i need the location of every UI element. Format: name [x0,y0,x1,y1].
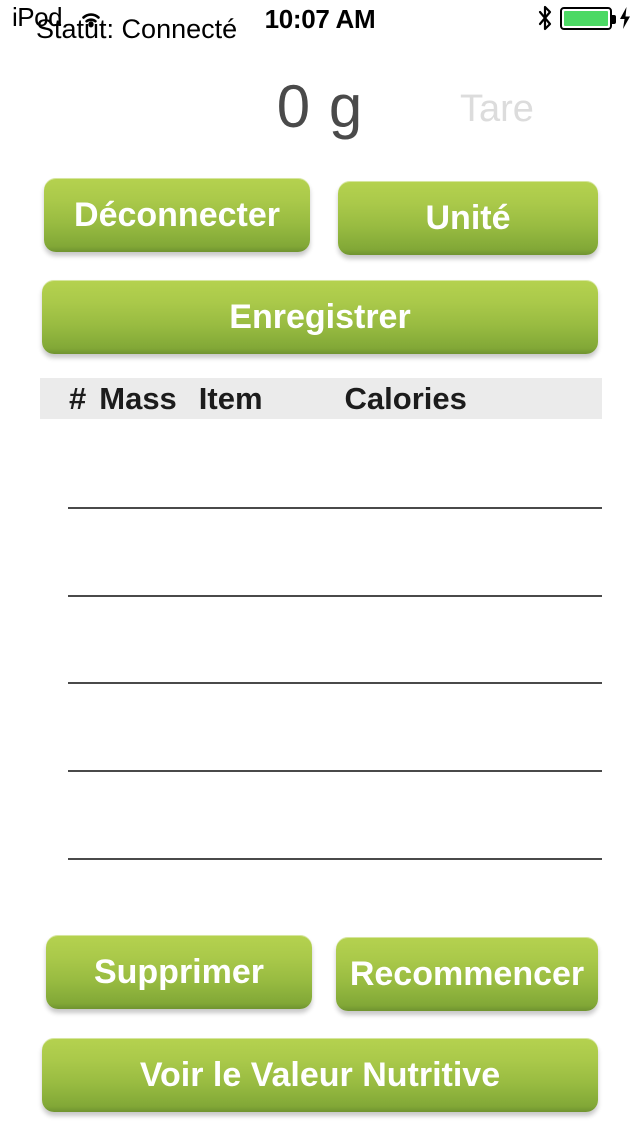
delete-button-label: Supprimer [93,953,265,991]
charging-bolt-icon [620,7,630,29]
delete-button[interactable]: Supprimer [46,935,312,1009]
table-row-separator [68,595,602,597]
table-body[interactable] [0,419,640,919]
restart-button[interactable]: Recommencer [336,937,598,1011]
unit-button-label: Unité [425,199,511,237]
column-header-item: Item [198,380,263,416]
weight-display: 0 g [276,73,364,140]
view-nutrition-button-label: Voir le Valeur Nutritive [139,1056,501,1094]
table-row-separator [68,770,602,772]
restart-button-label: Recommencer [349,955,585,993]
connection-status-label: Statut: Connecté [36,14,238,44]
table-row-separator [68,507,602,509]
view-nutrition-button[interactable]: Voir le Valeur Nutritive [42,1038,598,1112]
table-row-separator [68,858,602,860]
status-bar-right-icons [536,5,632,31]
bluetooth-icon [538,5,552,31]
tare-button[interactable]: Tare [460,88,534,131]
column-header-number: # [69,380,87,416]
unit-button[interactable]: Unité [338,181,598,255]
disconnect-button-label: Déconnecter [74,196,280,234]
battery-icon [560,6,616,30]
table-header: # Mass Item Calories [40,378,602,419]
table-row-separator [68,682,602,684]
save-button-label: Enregistrer [229,298,411,336]
disconnect-button[interactable]: Déconnecter [44,178,310,252]
save-button[interactable]: Enregistrer [42,280,598,354]
battery-fill [564,10,608,26]
column-header-mass: Mass [99,380,177,416]
column-header-calories: Calories [344,380,467,416]
